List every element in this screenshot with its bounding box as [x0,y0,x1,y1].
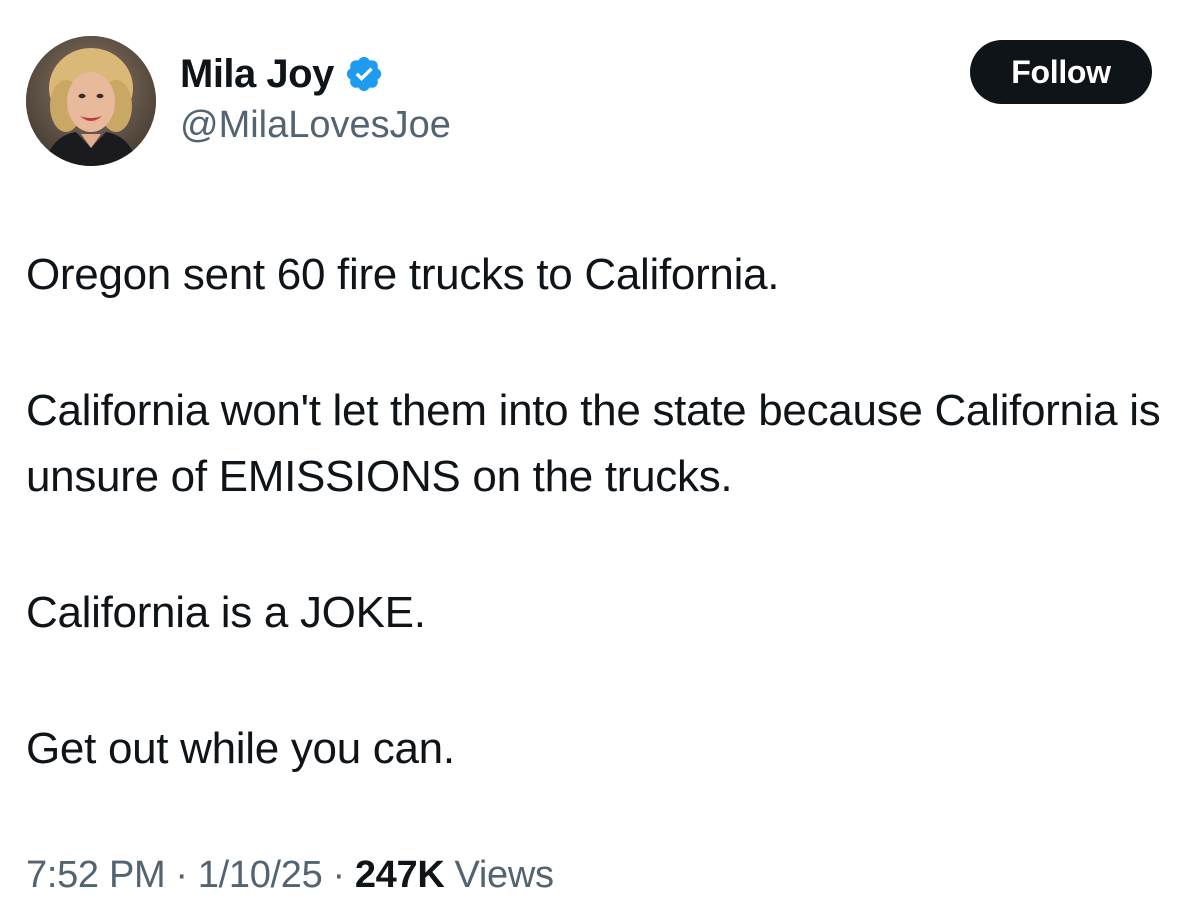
tweet-paragraph: Get out while you can. [26,724,455,773]
tweet-time[interactable]: 7:52 PM [26,854,166,897]
verified-badge-icon [344,54,384,94]
meta-separator: · [332,854,345,896]
author-name-row: Mila Joy [180,46,384,102]
avatar-image [26,36,156,166]
tweet-text: Oregon sent 60 fire trucks to California… [26,242,1176,852]
views-count: 247K [354,854,445,896]
author-handle[interactable]: @MilaLovesJoe [180,104,451,147]
meta-separator: · [175,854,188,896]
tweet-meta: 7:52 PM · 1/10/25 · 247K Views [26,854,554,897]
tweet-paragraph: California won't let them into the state… [26,386,1161,501]
author-display-name[interactable]: Mila Joy [180,52,334,97]
tweet-paragraph: Oregon sent 60 fire trucks to California… [26,250,780,299]
views-label: Views [454,854,554,896]
tweet-date[interactable]: 1/10/25 [198,854,323,897]
avatar[interactable] [26,36,156,166]
tweet-paragraph: California is a JOKE. [26,588,426,637]
follow-button[interactable]: Follow [970,40,1152,104]
tweet-card: Mila Joy @MilaLovesJoe Follow Oregon sen… [0,0,1200,920]
